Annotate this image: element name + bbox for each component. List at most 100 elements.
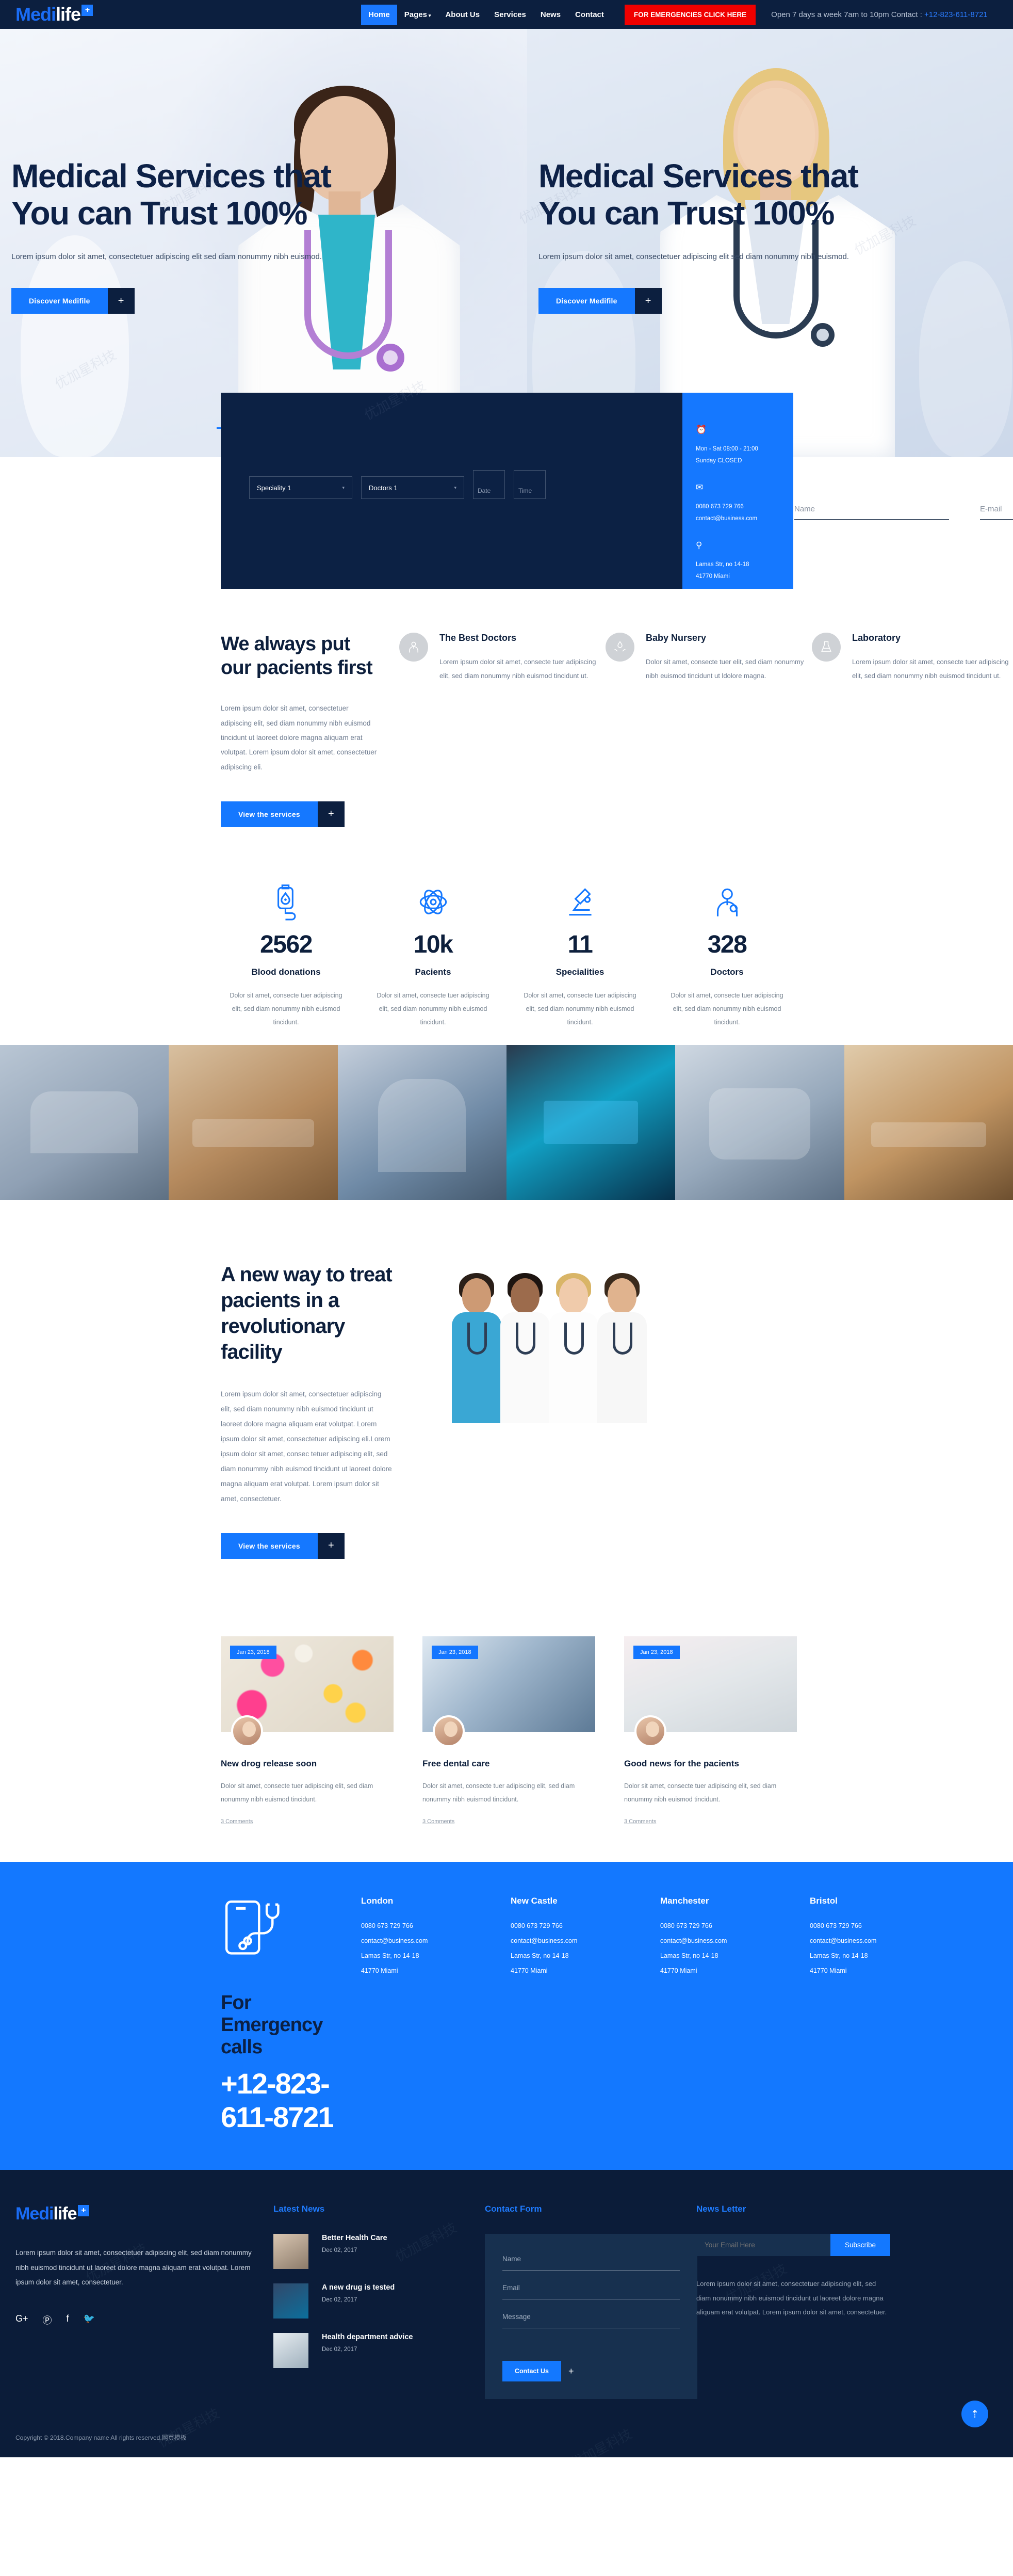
appointment-name-field[interactable]: Name (794, 505, 949, 520)
blog-title[interactable]: Good news for the pacients (624, 1759, 797, 1769)
stat-number: 2562 (260, 930, 313, 958)
plus-icon[interactable]: + (317, 1533, 345, 1559)
contact-us-button[interactable]: Contact Us (502, 2361, 561, 2382)
footer-logo[interactable]: Medi life + (15, 2204, 253, 2224)
twitter-icon[interactable]: 🐦 (84, 2313, 95, 2327)
subscribe-button[interactable]: Subscribe (830, 2234, 890, 2257)
header-phone-link[interactable]: +12-823-611-8721 (924, 10, 988, 19)
news-title[interactable]: Better Health Care (322, 2234, 387, 2242)
service-title: The Best Doctors (439, 633, 517, 643)
blog-title[interactable]: Free dental care (422, 1759, 595, 1769)
contact-email-field[interactable]: Email (502, 2283, 680, 2300)
blog-card[interactable]: Jan 23, 2018 Free dental care Dolor sit … (422, 1636, 595, 1826)
doctors-select[interactable]: Doctors 1 ▾ (361, 476, 464, 499)
office-address2: 41770 Miami (660, 1967, 697, 1974)
info-phone: 0080 673 729 766 (696, 504, 744, 510)
scroll-to-top-button[interactable]: ⇡ (961, 2401, 988, 2428)
stat-doctors: 328 Doctors Dolor sit amet, consecte tue… (653, 874, 800, 1029)
date-input[interactable]: Date (473, 470, 505, 499)
blog-comments-link[interactable]: 3 Comments (624, 1818, 656, 1825)
gallery-image-1 (0, 1044, 169, 1200)
contact-name-field[interactable]: Name (502, 2255, 680, 2271)
services-heading: We always put our pacients first (221, 633, 373, 679)
office-new-castle: New Castle 0080 673 729 766 contact@busi… (511, 1896, 640, 2134)
services-section: We always put our pacients first Lorem i… (0, 597, 1013, 853)
stat-number: 11 (567, 930, 593, 958)
blog-title[interactable]: New drog release soon (221, 1759, 394, 1769)
name-placeholder: Name (794, 505, 815, 513)
nav-item-news[interactable]: News (533, 5, 568, 25)
service-item-doctors: The Best Doctors Lorem ipsum dolor sit a… (399, 633, 600, 827)
revolution-heading: A new way to treat pacients in a revolut… (221, 1263, 393, 1363)
blog-excerpt: Dolor sit amet, consecte tuer adipiscing… (422, 1782, 575, 1804)
blog-card[interactable]: Jan 23, 2018 Good news for the pacients … (624, 1636, 797, 1826)
plus-icon[interactable]: + (317, 801, 345, 827)
plus-icon[interactable]: + (107, 288, 135, 314)
footer-grid: Medi life + Lorem ipsum dolor sit amet, … (0, 2204, 1013, 2400)
appointment-section: Name E-mail Speciality 1 ▾ Doctors 1 ▾ D… (0, 393, 1013, 597)
discover-medifile-button[interactable]: Discover Medifile (11, 288, 108, 314)
office-email: contact@business.com (660, 1937, 727, 1945)
blog-comments-link[interactable]: 3 Comments (422, 1818, 454, 1825)
service-item-body: Baby Nursery Dolor sit amet, consecte tu… (646, 633, 807, 827)
footer-contact-form-column: Contact Form Name Email Message Contact … (485, 2204, 697, 2400)
emergency-cta-button[interactable]: FOR EMERGENCIES CLICK HERE (624, 4, 756, 25)
appointment-form: Speciality 1 ▾ Doctors 1 ▾ Date Time (221, 393, 682, 589)
blog-comments-link[interactable]: 3 Comments (221, 1818, 253, 1825)
footer-latest-news-column: Latest News Better Health Care Dec 02, 2… (273, 2204, 485, 2399)
stat-blood-donations: 2562 Blood donations Dolor sit amet, con… (213, 874, 360, 1029)
hero-button-group-1: Discover Medifile + (11, 288, 527, 314)
contact-message-field[interactable]: Message (502, 2312, 680, 2329)
info-address-line1: Lamas Str, no 14-18 (696, 561, 749, 568)
office-city: New Castle (511, 1896, 558, 1906)
facebook-icon[interactable]: f (67, 2313, 69, 2327)
newsletter-email-input[interactable] (696, 2234, 830, 2257)
doctor-badge-icon (653, 874, 800, 930)
nav-item-pages[interactable]: Pages ▾ (397, 5, 438, 25)
nav-item-services[interactable]: Services (487, 5, 533, 25)
image-gallery-strip (0, 1044, 1013, 1200)
news-title[interactable]: A new drug is tested (322, 2283, 395, 2292)
team-member (449, 1267, 504, 1423)
footer-newsletter-title: News Letter (696, 2204, 746, 2214)
latest-news-item[interactable]: Better Health Care Dec 02, 2017 (273, 2234, 467, 2269)
nav-item-home[interactable]: Home (361, 4, 397, 25)
news-title[interactable]: Health department advice (322, 2333, 413, 2341)
hero-title-2: Medical Services that You can Trust 100% (538, 157, 859, 232)
emergency-phone-number[interactable]: +12-823-611-8721 (221, 2067, 351, 2134)
footer-latest-news-title: Latest News (273, 2204, 325, 2214)
gallery-image-6 (844, 1044, 1013, 1200)
view-services-button-2[interactable]: View the services (221, 1533, 318, 1559)
blood-bag-icon (213, 874, 360, 930)
blog-excerpt: Dolor sit amet, consecte tuer adipiscing… (624, 1782, 777, 1804)
footer-about-column: Medi life + Lorem ipsum dolor sit amet, … (15, 2204, 273, 2399)
office-phone: 0080 673 729 766 (361, 1922, 413, 1930)
latest-news-item[interactable]: A new drug is tested Dec 02, 2017 (273, 2283, 467, 2319)
footer-newsletter-column: News Letter Subscribe Lorem ipsum dolor … (696, 2204, 908, 2399)
office-address1: Lamas Str, no 14-18 (660, 1952, 718, 1959)
office-city: Manchester (660, 1896, 709, 1906)
info-address-block: ⚲ Lamas Str, no 14-18 41770 Miami (696, 540, 793, 583)
site-logo[interactable]: Medi life + (15, 4, 93, 25)
time-input[interactable]: Time (514, 470, 546, 499)
office-bristol: Bristol 0080 673 729 766 contact@busines… (810, 1896, 939, 2134)
blog-card[interactable]: Jan 23, 2018 New drog release soon Dolor… (221, 1636, 394, 1826)
office-manchester: Manchester 0080 673 729 766 contact@busi… (660, 1896, 789, 2134)
news-thumbnail (273, 2333, 308, 2369)
latest-news-item[interactable]: Health department advice Dec 02, 2017 (273, 2333, 467, 2369)
contact-submit-row: Contact Us + (502, 2361, 680, 2382)
stat-label: Blood donations (251, 967, 321, 977)
view-services-button[interactable]: View the services (221, 801, 318, 827)
nav-item-about-us[interactable]: About Us (438, 5, 487, 25)
blog-date-badge: Jan 23, 2018 (432, 1645, 478, 1659)
plus-icon[interactable]: + (634, 288, 662, 314)
stat-label: Specialities (555, 967, 604, 977)
speciality-select[interactable]: Speciality 1 ▾ (249, 476, 352, 499)
appointment-email-field[interactable]: E-mail (980, 505, 1013, 520)
pinterest-icon[interactable]: Ⓟ (43, 2313, 52, 2327)
google-plus-icon[interactable]: G+ (15, 2313, 28, 2327)
discover-medifile-button-2[interactable]: Discover Medifile (538, 288, 635, 314)
newsletter-text: Lorem ipsum dolor sit amet, consectetuer… (696, 2280, 887, 2316)
gallery-image-3 (337, 1044, 506, 1200)
nav-item-contact[interactable]: Contact (568, 5, 611, 25)
